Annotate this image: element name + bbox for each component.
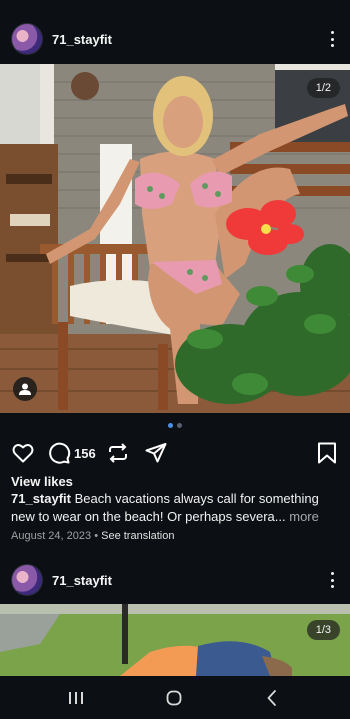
share-button[interactable] xyxy=(144,441,168,465)
bookmark-icon xyxy=(318,442,336,464)
post-photo-2[interactable]: 1/3 xyxy=(0,604,350,676)
heart-icon xyxy=(12,444,34,463)
caption-username[interactable]: 71_stayfit xyxy=(11,491,71,506)
carousel-indicator xyxy=(0,423,350,428)
comment-count: 156 xyxy=(74,445,96,461)
home-icon xyxy=(166,690,182,706)
photo-illustration-2 xyxy=(0,604,350,676)
see-translation-link[interactable]: See translation xyxy=(101,530,174,542)
share-icon xyxy=(145,443,167,463)
post-meta: August 24, 2023 • See translation xyxy=(11,530,175,542)
recents-button[interactable] xyxy=(64,686,88,710)
image-counter-2: 1/3 xyxy=(306,620,340,640)
repost-button[interactable] xyxy=(106,441,130,465)
save-button[interactable] xyxy=(316,441,338,465)
action-bar: 156 xyxy=(0,440,350,466)
system-nav-bar xyxy=(0,676,350,719)
post-date: August 24, 2023 xyxy=(11,530,92,542)
meta-separator: • xyxy=(94,530,99,542)
comment-icon xyxy=(49,442,71,464)
post-username-2[interactable]: 71_stayfit xyxy=(52,573,112,588)
back-icon xyxy=(267,690,276,706)
more-icon-2[interactable] xyxy=(328,572,336,588)
photo-illustration xyxy=(0,64,350,413)
carousel-dot-active xyxy=(168,423,173,428)
carousel-dot xyxy=(177,423,182,428)
post-photo[interactable]: 1/2 xyxy=(0,64,350,413)
post-header-2: 71_stayfit xyxy=(0,555,350,605)
home-button[interactable] xyxy=(162,686,186,710)
post-caption: 71_stayfit Beach vacations always call f… xyxy=(11,490,341,526)
back-button[interactable] xyxy=(260,686,284,710)
comment-button[interactable]: 156 xyxy=(47,441,96,465)
person-tag-icon xyxy=(19,383,31,395)
avatar[interactable] xyxy=(12,24,42,54)
image-counter: 1/2 xyxy=(306,78,340,98)
recents-icon xyxy=(69,692,83,704)
post-header: 71_stayfit xyxy=(0,14,350,64)
repost-icon xyxy=(109,443,127,463)
person-tag-button[interactable] xyxy=(13,377,37,401)
like-button[interactable] xyxy=(11,441,35,465)
more-icon[interactable] xyxy=(328,31,336,47)
avatar-2[interactable] xyxy=(12,565,42,595)
view-likes-link[interactable]: View likes xyxy=(11,474,73,489)
caption-more-link[interactable]: more xyxy=(289,509,319,524)
post-username[interactable]: 71_stayfit xyxy=(52,32,112,47)
